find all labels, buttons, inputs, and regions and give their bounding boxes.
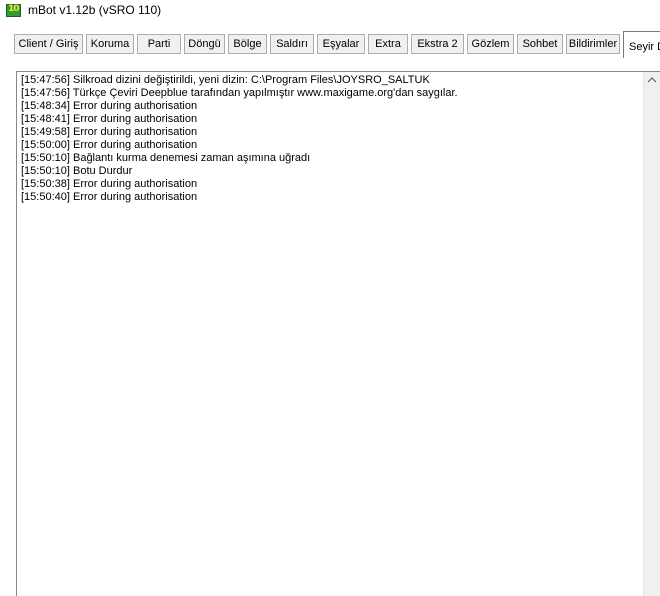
log-line: [15:47:56] Silkroad dizini değiştirildi,… [21, 74, 430, 86]
mbot-window: 10 mBot v1.12b (vSRO 110) Client / Giriş… [0, 0, 660, 596]
app-icon-text: 10 [8, 4, 19, 14]
tab-esyalar[interactable]: Eşyalar [317, 34, 365, 54]
tab-saldiri[interactable]: Saldırı [270, 34, 314, 54]
tab-extra[interactable]: Extra [368, 34, 408, 54]
tab-seyir-defteri[interactable]: Seyir D [623, 31, 660, 58]
scroll-up-icon[interactable] [644, 72, 660, 89]
log-line: [15:48:41] Error during authorisation [21, 113, 198, 125]
log-line: [15:48:34] Error during authorisation [21, 100, 198, 112]
tab-dongu[interactable]: Döngü [184, 34, 225, 54]
tab-strip: Client / Giriş Koruma Parti Döngü Bölge … [0, 28, 660, 62]
log-line: [15:49:58] Error during authorisation [21, 126, 198, 138]
window-title: mBot v1.12b (vSRO 110) [28, 3, 162, 17]
tab-ekstra-2[interactable]: Ekstra 2 [411, 34, 464, 54]
tab-parti[interactable]: Parti [137, 34, 181, 54]
log-line: [15:50:10] Botu Durdur [21, 165, 133, 177]
log-textbox[interactable]: [15:47:56] Silkroad dizini değiştirildi,… [16, 71, 660, 596]
log-vertical-scrollbar[interactable] [643, 72, 660, 596]
tab-client-giris[interactable]: Client / Giriş [14, 34, 83, 54]
tab-bildirimler[interactable]: Bildirimler [566, 34, 620, 54]
tab-sohbet[interactable]: Sohbet [517, 34, 563, 54]
title-bar[interactable]: 10 mBot v1.12b (vSRO 110) [0, 0, 660, 24]
log-line: [15:47:56] Türkçe Çeviri Deepblue tarafı… [21, 87, 458, 99]
log-line: [15:50:10] Bağlantı kurma denemesi zaman… [21, 152, 311, 164]
scroll-up-icon-glyph [647, 77, 657, 83]
tab-bolge[interactable]: Bölge [228, 34, 267, 54]
log-line: [15:50:40] Error during authorisation [21, 191, 198, 203]
log-line: [15:50:00] Error during authorisation [21, 139, 198, 151]
log-lines: [15:47:56] Silkroad dizini değiştirildi,… [21, 74, 458, 204]
tab-koruma[interactable]: Koruma [86, 34, 134, 54]
mbot-app-icon: 10 [6, 4, 21, 17]
tab-gozlem[interactable]: Gözlem [467, 34, 514, 54]
log-line: [15:50:38] Error during authorisation [21, 178, 198, 190]
